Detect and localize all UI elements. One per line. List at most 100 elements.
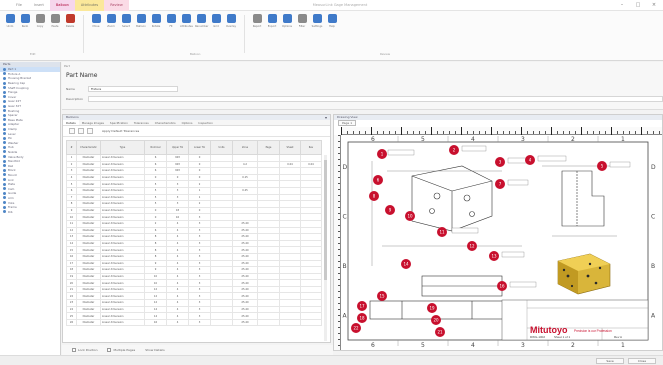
table-cell[interactable]: 4 bbox=[166, 272, 189, 281]
move-up-icon[interactable] bbox=[87, 128, 93, 134]
table-cell[interactable] bbox=[300, 318, 322, 327]
column-header-nominal[interactable]: Nominal bbox=[144, 140, 167, 155]
table-cell[interactable]: 3 bbox=[188, 239, 211, 248]
table-cell[interactable]: 14 bbox=[144, 312, 167, 320]
table-cell[interactable]: Diameter bbox=[76, 193, 101, 202]
maximize-icon[interactable]: □ bbox=[635, 2, 641, 8]
rotate-button[interactable]: Rotate bbox=[150, 14, 162, 42]
balloon-22[interactable]: 22 bbox=[351, 323, 361, 333]
table-cell[interactable]: 3 bbox=[188, 233, 211, 241]
table-row[interactable]: 13 Diameter Linear dimension 8 4 3 25.40 bbox=[66, 233, 322, 241]
table-cell[interactable]: 25.40 bbox=[232, 285, 258, 294]
table-cell[interactable]: Diameter bbox=[76, 285, 101, 294]
table-cell[interactable] bbox=[210, 154, 233, 162]
balloon-11[interactable]: 11 bbox=[437, 227, 447, 237]
table-cell[interactable]: 17 bbox=[66, 259, 77, 268]
select-button[interactable]: Select bbox=[120, 14, 132, 42]
export-button[interactable]: Export bbox=[266, 14, 278, 42]
table-row[interactable]: 11 Diameter Linear dimension 2 4 3 25.40 bbox=[66, 219, 322, 228]
table-cell[interactable]: 5 bbox=[66, 180, 77, 188]
table-cell[interactable]: Diameter bbox=[76, 233, 101, 241]
table-cell[interactable]: 4 bbox=[166, 312, 189, 320]
table-cell[interactable]: 9 bbox=[144, 266, 167, 274]
table-cell[interactable] bbox=[257, 299, 280, 307]
table-cell[interactable]: 10 bbox=[144, 272, 167, 281]
table-cell[interactable]: Diameter bbox=[76, 213, 101, 221]
table-row[interactable]: 26 Diameter Linear dimension 16 4 3 25.40 bbox=[66, 318, 322, 327]
table-cell[interactable]: 25.40 bbox=[232, 279, 258, 287]
table-cell[interactable]: Linear dimension bbox=[100, 285, 145, 294]
subtab-characteristics[interactable]: Characteristics bbox=[152, 120, 179, 125]
table-cell[interactable]: Diameter bbox=[76, 259, 101, 268]
table-cell[interactable]: Diameter bbox=[76, 219, 101, 228]
table-cell[interactable]: 7 bbox=[66, 193, 77, 202]
table-row[interactable]: 20 Diameter Linear dimension 10 4 3 25.40 bbox=[66, 279, 322, 287]
table-cell[interactable] bbox=[257, 252, 280, 261]
table-cell[interactable] bbox=[257, 213, 280, 221]
balloon-8[interactable]: 8 bbox=[369, 191, 379, 201]
table-cell[interactable] bbox=[210, 252, 233, 261]
table-cell[interactable]: 3 bbox=[188, 318, 211, 327]
engineering-drawing[interactable]: 665544332211D DC CB BA A Mitutoyo Precis… bbox=[342, 136, 662, 350]
subtab-manage-images[interactable]: Manage Images bbox=[79, 120, 107, 125]
table-cell[interactable] bbox=[300, 312, 322, 320]
table-row[interactable]: 14 Diameter Linear dimension 8 4 3 25.40 bbox=[66, 239, 322, 248]
table-cell[interactable] bbox=[300, 154, 322, 162]
table-cell[interactable]: 5 bbox=[144, 180, 167, 188]
table-cell[interactable] bbox=[257, 226, 280, 235]
balloon-16[interactable]: 16 bbox=[497, 281, 507, 291]
table-cell[interactable] bbox=[257, 180, 280, 188]
table-cell[interactable]: 1 bbox=[66, 154, 77, 162]
table-cell[interactable] bbox=[257, 219, 280, 228]
table-row[interactable]: 18 Diameter Linear dimension 9 4 3 25.40 bbox=[66, 266, 322, 274]
table-cell[interactable] bbox=[210, 167, 233, 175]
table-cell[interactable] bbox=[257, 292, 280, 301]
redo-button[interactable]: Redo bbox=[19, 14, 31, 42]
table-cell[interactable]: Linear dimension bbox=[100, 226, 145, 235]
table-cell[interactable] bbox=[300, 305, 322, 314]
table-cell[interactable]: 0 bbox=[144, 173, 167, 182]
balloon-6[interactable]: 6 bbox=[373, 175, 383, 185]
table-cell[interactable] bbox=[300, 272, 322, 281]
tab-attributes[interactable]: Attributes bbox=[74, 0, 105, 11]
table-cell[interactable]: 0 bbox=[144, 206, 167, 215]
table-cell[interactable] bbox=[257, 167, 280, 175]
table-row[interactable]: 4 Diameter Linear dimension 0 0 0 0.15 bbox=[66, 173, 322, 182]
table-cell[interactable] bbox=[210, 246, 233, 254]
table-cell[interactable] bbox=[300, 200, 322, 208]
table-cell[interactable] bbox=[279, 246, 301, 254]
table-cell[interactable]: 12 bbox=[144, 285, 167, 294]
tab-balloon[interactable]: Balloon bbox=[49, 0, 75, 11]
balloon-14[interactable]: 14 bbox=[401, 259, 411, 269]
table-cell[interactable] bbox=[279, 292, 301, 301]
page-select[interactable]: Page 1 bbox=[338, 120, 357, 126]
table-cell[interactable] bbox=[257, 239, 280, 248]
table-cell[interactable]: 25.40 bbox=[232, 318, 258, 327]
table-cell[interactable]: 5 bbox=[144, 200, 167, 208]
table-cell[interactable]: 4 bbox=[166, 239, 189, 248]
table-row[interactable]: 15 Diameter Linear dimension 8 4 3 25.40 bbox=[66, 246, 322, 254]
table-cell[interactable]: 4 bbox=[166, 305, 189, 314]
table-cell[interactable]: 3 bbox=[188, 219, 211, 228]
table-cell[interactable]: 11 bbox=[66, 219, 77, 228]
table-cell[interactable]: 3 bbox=[166, 193, 189, 202]
table-cell[interactable]: Linear dimension bbox=[100, 193, 145, 202]
tree-item[interactable]: Rib bbox=[0, 209, 60, 214]
table-cell[interactable]: 16 bbox=[144, 318, 167, 327]
table-cell[interactable] bbox=[210, 160, 233, 169]
table-cell[interactable] bbox=[210, 272, 233, 281]
table-cell[interactable] bbox=[257, 266, 280, 274]
table-cell[interactable] bbox=[210, 318, 233, 327]
table-cell[interactable]: 5 bbox=[144, 193, 167, 202]
table-row[interactable]: 21 Diameter Linear dimension 12 4 3 25.40 bbox=[66, 285, 322, 294]
table-cell[interactable] bbox=[300, 186, 322, 195]
table-row[interactable]: 22 Diameter Linear dimension 12 4 3 25.40 bbox=[66, 292, 322, 301]
table-cell[interactable] bbox=[279, 186, 301, 195]
table-cell[interactable]: 0 bbox=[188, 206, 211, 215]
default-tolerances-checkbox[interactable]: Apply Default Tolerances bbox=[102, 129, 139, 133]
table-cell[interactable]: Diameter bbox=[76, 180, 101, 188]
table-cell[interactable] bbox=[210, 312, 233, 320]
table-cell[interactable]: Linear dimension bbox=[100, 160, 145, 169]
table-row[interactable]: 6 Diameter Linear dimension 5 3 1 0.25 bbox=[66, 186, 322, 195]
table-cell[interactable] bbox=[279, 312, 301, 320]
